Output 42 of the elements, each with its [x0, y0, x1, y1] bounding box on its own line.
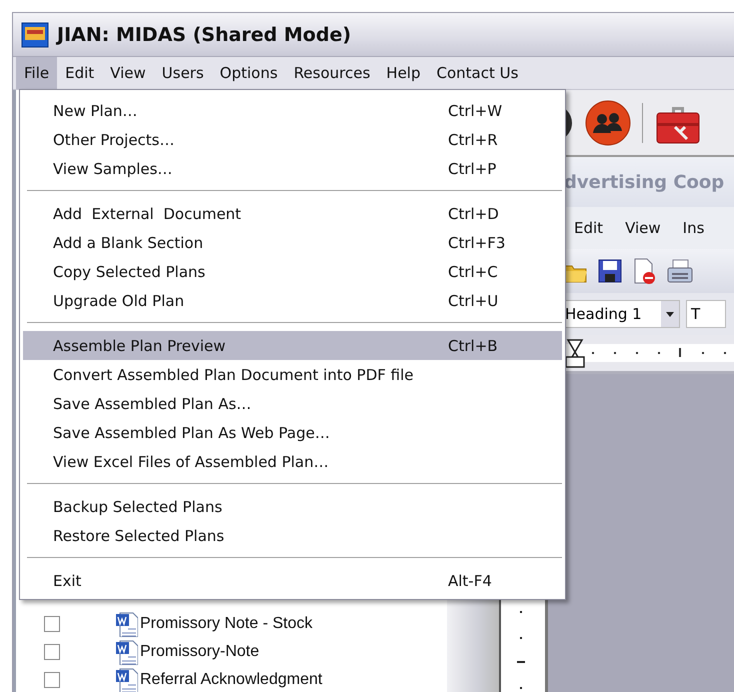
menu-entry[interactable]: Assemble Plan Preview Ctrl+B [23, 331, 562, 360]
app-logo-icon [21, 22, 49, 48]
menu-entry[interactable]: Restore Selected Plans [23, 521, 562, 550]
menu-item[interactable]: Resources [286, 57, 378, 89]
menu-item[interactable]: Edit [574, 219, 604, 237]
menu-entry[interactable]: Convert Assembled Plan Document into PDF file [23, 360, 562, 389]
window-title: JIAN: MIDAS (Shared Mode) [57, 24, 352, 46]
menu-item[interactable]: Ins [682, 219, 704, 237]
menu-entry[interactable]: Copy Selected Plans Ctrl+C [23, 257, 562, 286]
font-dropdown[interactable]: T [686, 300, 726, 328]
plan-name: Promissory-Note [140, 643, 260, 661]
plan-name: Promissory Note - Stock [140, 615, 312, 633]
print-icon [666, 258, 694, 284]
menu-entry[interactable]: Upgrade Old Plan Ctrl+U [23, 286, 562, 315]
menu-item[interactable]: Edit [57, 57, 102, 89]
dropdown-arrow-icon [666, 312, 674, 316]
document-icon [114, 611, 138, 637]
menu-entry[interactable]: Exit Alt-F4 [23, 566, 562, 595]
checkbox[interactable] [44, 616, 60, 632]
save-icon [598, 259, 622, 283]
plan-name: Referral Acknowledgment [140, 671, 322, 689]
menu-item[interactable]: Options [212, 57, 286, 89]
menu-item[interactable]: Help [378, 57, 428, 89]
people-icon [584, 98, 632, 146]
menu-entry[interactable]: View Excel Files of Assembled Plan… [23, 447, 562, 476]
menu-entry[interactable]: Add a Blank Section Ctrl+F3 [23, 228, 562, 257]
menu-entry[interactable]: Other Projects… Ctrl+R [23, 125, 562, 154]
menu-item[interactable]: Users [154, 57, 212, 89]
menu-item[interactable]: View [102, 57, 154, 89]
menu-item[interactable]: File [16, 57, 58, 89]
menu-entry[interactable]: Backup Selected Plans [23, 492, 562, 521]
menu-item[interactable]: Contact Us [428, 57, 526, 89]
menu-entry[interactable]: Add External Document Ctrl+D [23, 199, 562, 228]
menu-entry[interactable]: New Plan… Ctrl+W [23, 96, 562, 125]
menu-entry[interactable]: View Samples… Ctrl+P [23, 154, 562, 183]
menu-item[interactable]: View [625, 219, 661, 237]
document-icon [114, 639, 138, 665]
menu-entry[interactable]: Save Assembled Plan As Web Page… [23, 418, 562, 447]
menu-entry[interactable]: Save Assembled Plan As… [23, 389, 562, 418]
delete-document-icon [632, 258, 656, 284]
checkbox[interactable] [44, 644, 60, 660]
checkbox[interactable] [44, 672, 60, 688]
